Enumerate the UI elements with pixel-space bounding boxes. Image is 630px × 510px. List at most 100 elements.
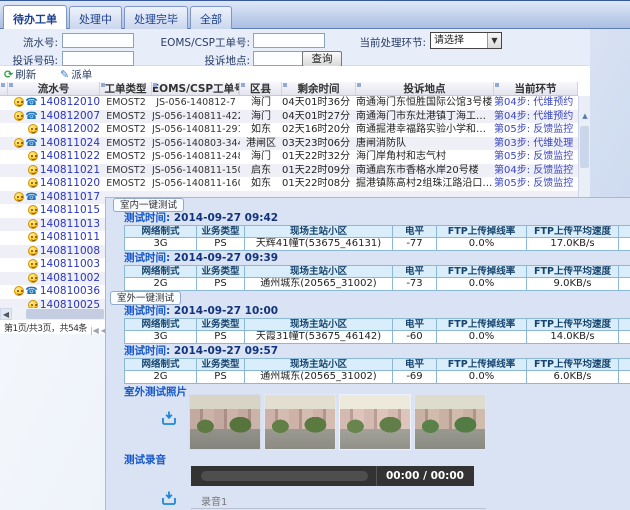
- serial-number-link[interactable]: 140811008: [40, 245, 100, 258]
- cell-c3: JS-056-140811-291: [152, 123, 240, 136]
- complaint-number-input[interactable]: [62, 51, 134, 66]
- cell-c4: 如东: [240, 123, 282, 136]
- serial-number-link[interactable]: 140811002: [40, 272, 100, 285]
- cell-c5: 04天01时36分: [282, 96, 356, 109]
- column-header-5[interactable]: 剩余时间: [282, 82, 356, 95]
- test-col-header: 网络制式: [125, 358, 197, 371]
- test-cell: PS: [197, 371, 245, 384]
- test-col-header: 电平: [393, 318, 437, 331]
- scroll-up-icon[interactable]: ▲: [580, 112, 590, 120]
- test-col-header: 现场主站小区: [245, 265, 393, 278]
- serial-number-link[interactable]: 140812010: [40, 96, 100, 109]
- test-table-header-row: 网络制式业务类型现场主站小区电平FTP上传掉线率FTP上传平均速度FTP: [125, 318, 630, 331]
- process-step-select[interactable]: 请选择 ▼: [430, 32, 502, 49]
- street-photo[interactable]: [264, 394, 336, 450]
- serial-number-link[interactable]: 140811020: [40, 177, 100, 190]
- table-row[interactable]: 140811022EMOST2JS-056-140811-248海门01天22时…: [0, 150, 578, 164]
- serial-number-link[interactable]: 140811017: [40, 191, 100, 204]
- serial-number-link[interactable]: 140810025: [40, 299, 100, 308]
- cell-c5: 01天22时32分: [282, 150, 356, 163]
- table-row[interactable]: ☎140811024EMOST2JS-056-140803-344港闸区03天2…: [0, 137, 578, 151]
- test-cell: 0.0%: [437, 238, 527, 251]
- serial-label: 流水号:: [18, 35, 58, 50]
- serial-number-link[interactable]: 140810036: [40, 285, 100, 298]
- table-row[interactable]: 140811020EMOST2JS-056-140811-160如东01天22时…: [0, 177, 578, 191]
- scroll-left-icon[interactable]: ◀: [0, 308, 12, 320]
- column-header-1[interactable]: 流水号: [8, 82, 100, 95]
- street-photo[interactable]: [414, 394, 486, 450]
- indoor-test-button[interactable]: 室内一键测试: [113, 198, 184, 212]
- work-order-screen: 待办工单处理中处理完毕全部 流水号: EOMS/CSP工单号: 当前处理环节: …: [0, 0, 630, 510]
- chevron-down-icon: ▼: [487, 33, 501, 48]
- column-header-4[interactable]: 区县: [240, 82, 282, 95]
- cell-c6: 南通启东市香格水岸20号楼: [356, 164, 494, 177]
- smiley-icon: [28, 246, 38, 256]
- cell-c5: 01天22时08分: [282, 177, 356, 190]
- test-cell: PS: [197, 238, 245, 251]
- serial-number-link[interactable]: 140812007: [40, 110, 100, 123]
- download-photos-icon[interactable]: [161, 410, 177, 430]
- test-col-header: 业务类型: [197, 318, 245, 331]
- vertical-scroll-thumb[interactable]: [580, 126, 589, 168]
- audio-player[interactable]: 00:00 / 00:00: [191, 466, 474, 486]
- serial-number-link[interactable]: 140811021: [40, 164, 100, 177]
- smiley-icon: [14, 97, 24, 107]
- smiley-icon: [28, 151, 38, 161]
- eoms-input[interactable]: [253, 33, 325, 48]
- test-time-label: 测试时间:: [124, 345, 174, 357]
- street-photo[interactable]: [189, 394, 261, 450]
- test-table-header-row: 网络制式业务类型现场主站小区电平FTP上传掉线率FTP上传平均速度FTP: [125, 358, 630, 371]
- process-step-selected-value: 请选择: [434, 35, 464, 46]
- serial-number-link[interactable]: 140811011: [40, 231, 100, 244]
- serial-cell: 140811021: [8, 164, 100, 177]
- sort-icon: [9, 83, 13, 87]
- dispatch-button[interactable]: ✎派单: [60, 67, 92, 82]
- refresh-icon: ⟳: [4, 68, 13, 81]
- street-photo[interactable]: [339, 394, 411, 450]
- serial-number-link[interactable]: 140811022: [40, 150, 100, 163]
- refresh-button[interactable]: ⟳刷新: [4, 67, 36, 82]
- table-header-row: 流水号工单类型 EOMS/CSP工单号区县剩余时间投诉地点当前环节: [0, 82, 578, 96]
- smiley-icon: [14, 138, 24, 148]
- serial-number-link[interactable]: 140811015: [40, 204, 100, 217]
- test-result-table: 网络制式业务类型现场主站小区电平FTP上传掉线率FTP上传平均速度FTP3GPS…: [124, 318, 630, 344]
- test-cell: [619, 278, 630, 291]
- test-cell: [619, 331, 630, 344]
- table-row[interactable]: 140812002EMOST2JS-056-140811-291如东02天16时…: [0, 123, 578, 137]
- test-cell: 天霞31幢T(53675_46142): [245, 331, 393, 344]
- cell-c7: 第04步: 反馈监控: [494, 164, 578, 177]
- table-row[interactable]: ☎140812010EMOST2JS-056-140812-7海门04天01时3…: [0, 96, 578, 110]
- tab-1[interactable]: 处理中: [69, 6, 122, 30]
- serial-number-link[interactable]: 140812002: [40, 123, 100, 136]
- column-header-3[interactable]: EOMS/CSP工单号: [152, 82, 240, 95]
- smiley-icon: [14, 286, 24, 296]
- pager-nav-0[interactable]: |◀: [90, 326, 99, 335]
- test-cell: 3G: [125, 331, 197, 344]
- tab-2[interactable]: 处理完毕: [124, 6, 188, 30]
- serial-input[interactable]: [62, 33, 134, 48]
- table-row[interactable]: ☎140812007EMOST2JS-056-140811-422海门04天01…: [0, 110, 578, 124]
- serial-cell: ☎140812010: [8, 96, 100, 109]
- column-header-6[interactable]: 投诉地点: [356, 82, 494, 95]
- serial-number-link[interactable]: 140811013: [40, 218, 100, 231]
- tab-0[interactable]: 待办工单: [3, 5, 67, 30]
- cell-c6: 唐闸消防队: [356, 137, 494, 150]
- cell-c4: 海门: [240, 96, 282, 109]
- column-header-label: 工单类型: [105, 83, 147, 95]
- test-cell: 17.0KB/s: [527, 238, 619, 251]
- serial-number-link[interactable]: 140811024: [40, 137, 100, 150]
- column-header-2[interactable]: 工单类型: [100, 82, 152, 95]
- test-cell: 2G: [125, 371, 197, 384]
- test-table-data-row: 3GPS天辉41幢T(53675_46131)-770.0%17.0KB/s: [125, 238, 630, 251]
- audio-progress-track[interactable]: [201, 471, 368, 481]
- column-header-7[interactable]: 当前环节: [494, 82, 578, 95]
- outdoor-test-button[interactable]: 室外一键测试: [110, 291, 181, 305]
- test-result-panel: 室内一键测试 测试时间: 2014-09-27 09:42网络制式业务类型现场主…: [105, 197, 630, 510]
- table-row[interactable]: 140811021EMOST2JS-056-140811-150启东01天22时…: [0, 164, 578, 178]
- test-cell: PS: [197, 278, 245, 291]
- serial-number-link[interactable]: 140811003: [40, 258, 100, 271]
- pagination-text: 第1页/共3页，共54条: [4, 321, 87, 334]
- download-recording-icon[interactable]: [161, 490, 177, 510]
- query-button[interactable]: 查询: [302, 51, 342, 67]
- tab-3[interactable]: 全部: [190, 6, 232, 30]
